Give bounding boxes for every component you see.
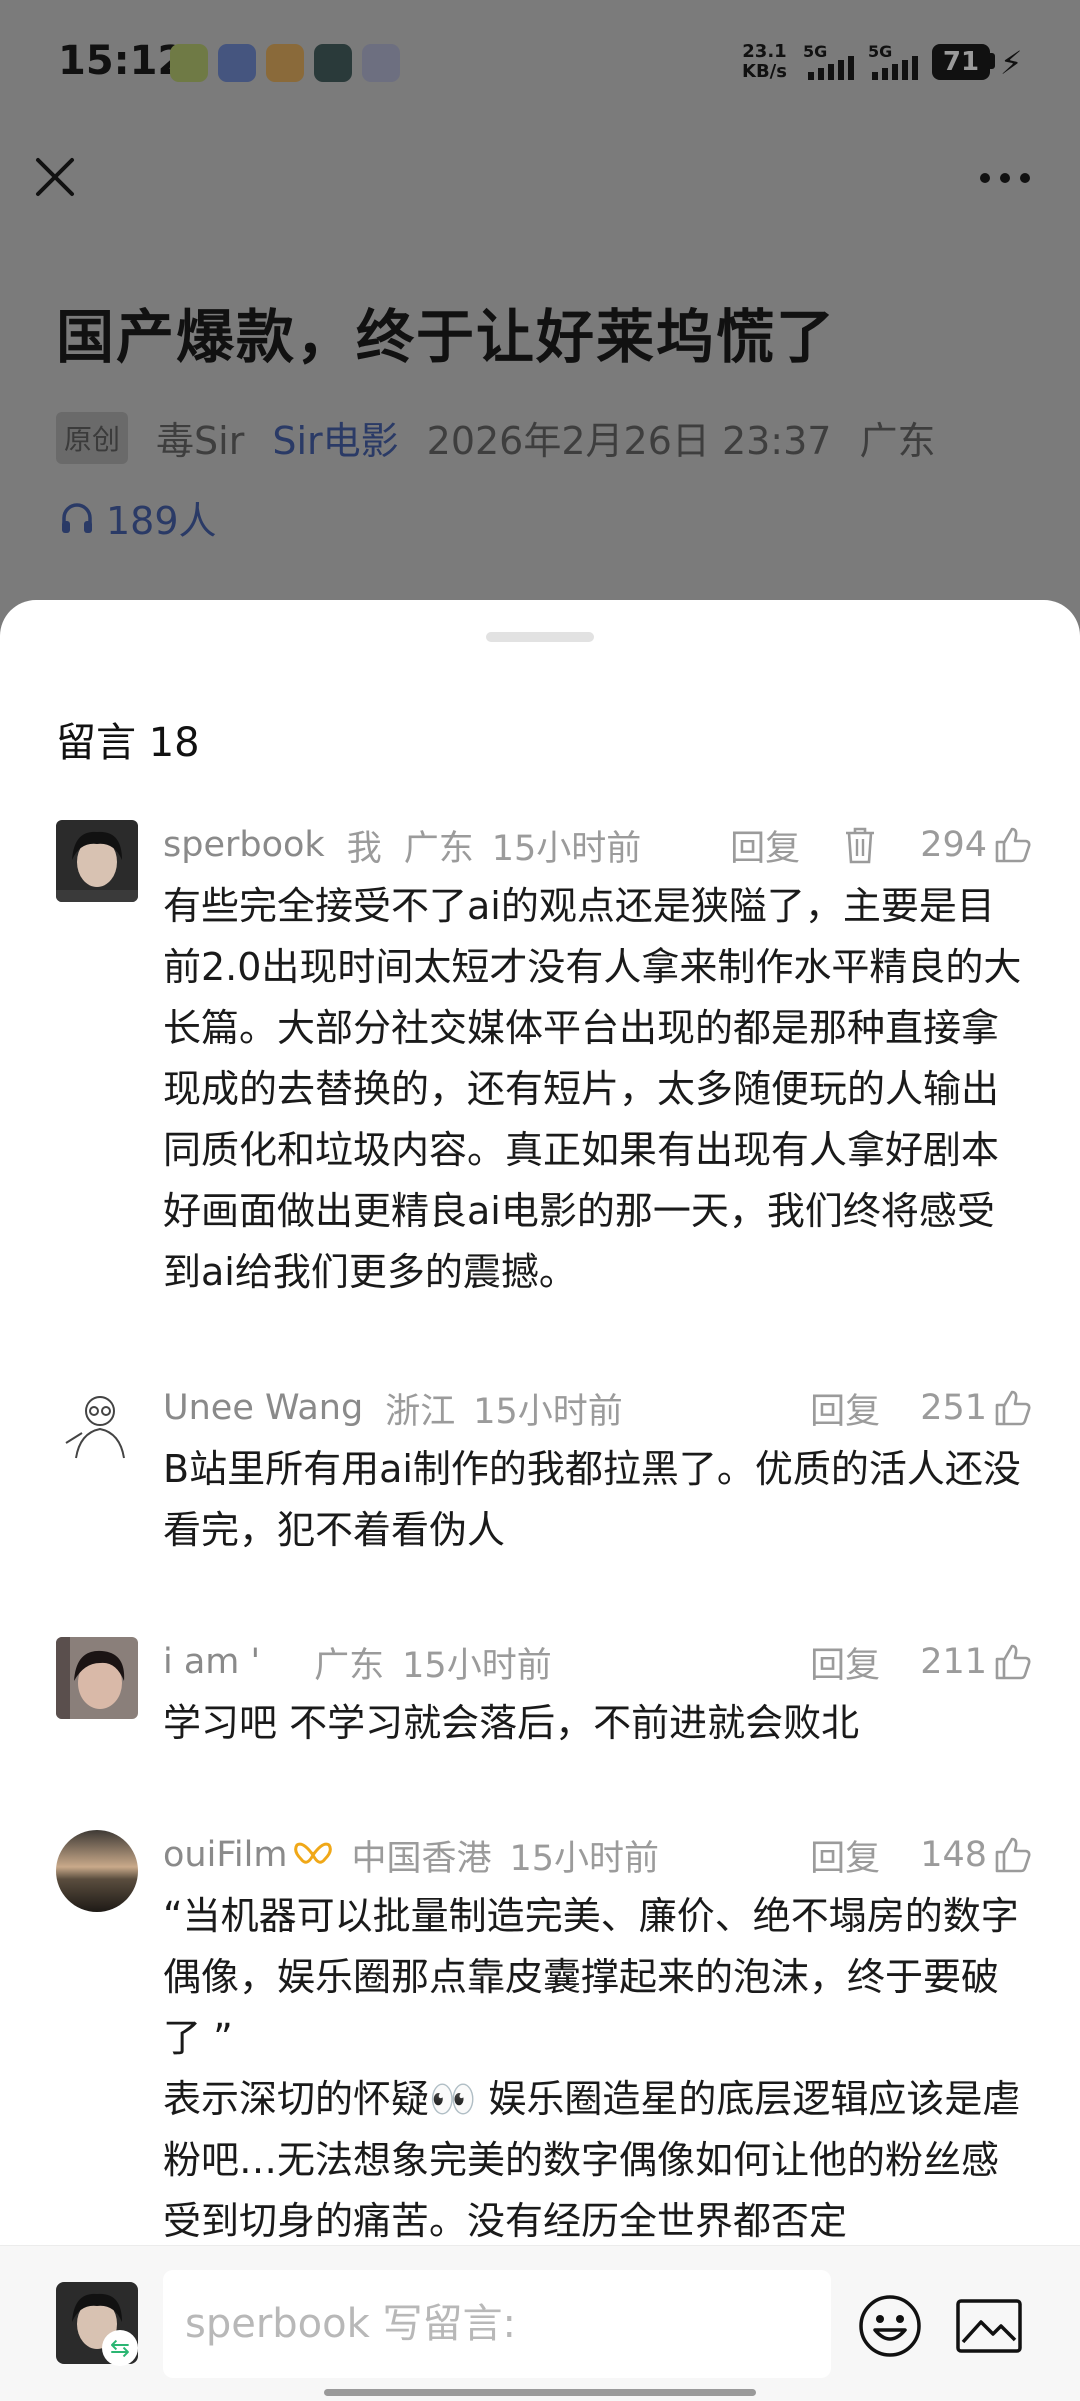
comment-text: 学习吧 不学习就会落后，不前进就会败北 <box>163 1701 860 1745</box>
thumbs-up-icon[interactable] <box>993 825 1033 865</box>
author-name[interactable]: 毒Sir <box>156 410 244 465</box>
reply-button[interactable]: 回复 <box>810 1637 880 1688</box>
avatar[interactable] <box>56 820 138 902</box>
original-tag: 原创 <box>56 411 129 464</box>
commenter-name[interactable]: i am ' <box>163 1642 260 1682</box>
qq-app-icon <box>362 44 400 82</box>
charging-icon: ⚡ <box>1000 44 1023 82</box>
drag-handle[interactable] <box>486 632 594 642</box>
avatar[interactable] <box>56 1383 138 1465</box>
commenter-name[interactable]: Unee Wang <box>163 1388 363 1428</box>
status-bar: 15:12 23.1 KB/s 5G 5G 71 ⚡ <box>0 0 1080 130</box>
weibo-app-icon <box>266 44 304 82</box>
comment-input-bar: ⇆ <box>0 2245 1080 2401</box>
comment-text: 有些完全接受不了ai的观点还是狭隘了，主要是目前2.0出现时间太短才没有人拿来制… <box>163 884 1022 1294</box>
comment-text: “当机器可以批量制造完美、廉价、绝不塌房的数字偶像，娱乐圈那点靠皮囊撑起来的泡沫… <box>163 1894 1021 2243</box>
network-speed: 23.1 KB/s <box>742 41 787 82</box>
reply-button[interactable]: 回复 <box>730 820 800 871</box>
thumbs-up-icon[interactable] <box>993 1388 1033 1428</box>
commenter-name[interactable]: ouiFilm <box>163 1835 287 1875</box>
comment-text: B站里所有用ai制作的我都拉黑了。优质的活人还没看完，犯不着看伪人 <box>163 1447 1021 1552</box>
clock: 15:12 <box>58 38 186 84</box>
comments-sheet: 留言 18 sperbook 我 广东 15小时前 回复 294 有些完全接受不… <box>0 600 1080 2400</box>
article-title: 国产爆款，终于让好莱坞慌了 <box>56 303 837 371</box>
comment-header: sperbook 我 广东 15小时前 回复 294 <box>163 820 1033 870</box>
like-count: 148 <box>920 1835 987 1875</box>
listen-count[interactable]: 189人 <box>58 490 217 545</box>
comment-header: Unee Wang 浙江 15小时前 回复 251 <box>163 1383 1033 1433</box>
like-count: 294 <box>920 825 987 865</box>
thumbs-up-icon[interactable] <box>993 1642 1033 1682</box>
comment-time: 15小时前 <box>491 828 642 869</box>
publish-datetime: 2026年2月26日 23:37 <box>426 419 832 463</box>
battery-icon: 71 <box>932 44 990 80</box>
comment-time: 15小时前 <box>402 1645 552 1686</box>
listener-count: 189人 <box>106 499 217 543</box>
notification-icons <box>170 44 400 82</box>
emoji-icon[interactable] <box>858 2294 922 2358</box>
signal-bars-1-icon <box>808 56 854 80</box>
thumbs-up-icon[interactable] <box>993 1835 1033 1875</box>
comment-location: 广东 <box>403 828 474 869</box>
avatar[interactable] <box>56 1830 138 1912</box>
reply-button[interactable]: 回复 <box>810 1383 880 1434</box>
news-app-icon <box>314 44 352 82</box>
delete-icon[interactable] <box>840 824 880 866</box>
baidu-app-icon <box>218 44 256 82</box>
comments-title: 留言 18 <box>56 720 200 766</box>
video-app-icon <box>170 44 208 82</box>
battery-cap <box>990 53 995 69</box>
article-meta: 原创 毒Sir Sir电影 2026年2月26日 23:37 广东 <box>56 410 935 465</box>
comment-location: 中国香港 <box>351 1838 492 1879</box>
verified-badge-icon <box>294 1842 333 1864</box>
comment-location: 浙江 <box>385 1391 456 1432</box>
like-count: 211 <box>920 1642 987 1682</box>
avatar[interactable] <box>56 1637 138 1719</box>
publish-region: 广东 <box>859 419 936 463</box>
commenter-name[interactable]: sperbook <box>163 825 325 865</box>
close-icon[interactable] <box>30 152 80 202</box>
like-count: 251 <box>920 1388 987 1428</box>
self-label: 我 <box>346 828 382 869</box>
reply-button[interactable]: 回复 <box>810 1830 880 1881</box>
comment-header: ouiFilm 中国香港 15小时前 回复 148 <box>163 1830 1033 1880</box>
home-indicator[interactable] <box>324 2389 756 2396</box>
comment-time: 15小时前 <box>473 1391 623 1432</box>
comment-input[interactable] <box>163 2270 831 2378</box>
headphones-icon <box>62 502 92 533</box>
account-link[interactable]: Sir电影 <box>272 410 398 465</box>
comment-location: 广东 <box>314 1645 385 1686</box>
image-icon[interactable] <box>955 2298 1023 2354</box>
more-options-icon[interactable] <box>975 158 1035 198</box>
signal-bars-2-icon <box>872 56 918 80</box>
switch-account-icon[interactable]: ⇆ <box>102 2330 138 2366</box>
comment-header: i am ' 广东 15小时前 回复 211 <box>163 1637 1033 1687</box>
comment-time: 15小时前 <box>509 1838 660 1879</box>
